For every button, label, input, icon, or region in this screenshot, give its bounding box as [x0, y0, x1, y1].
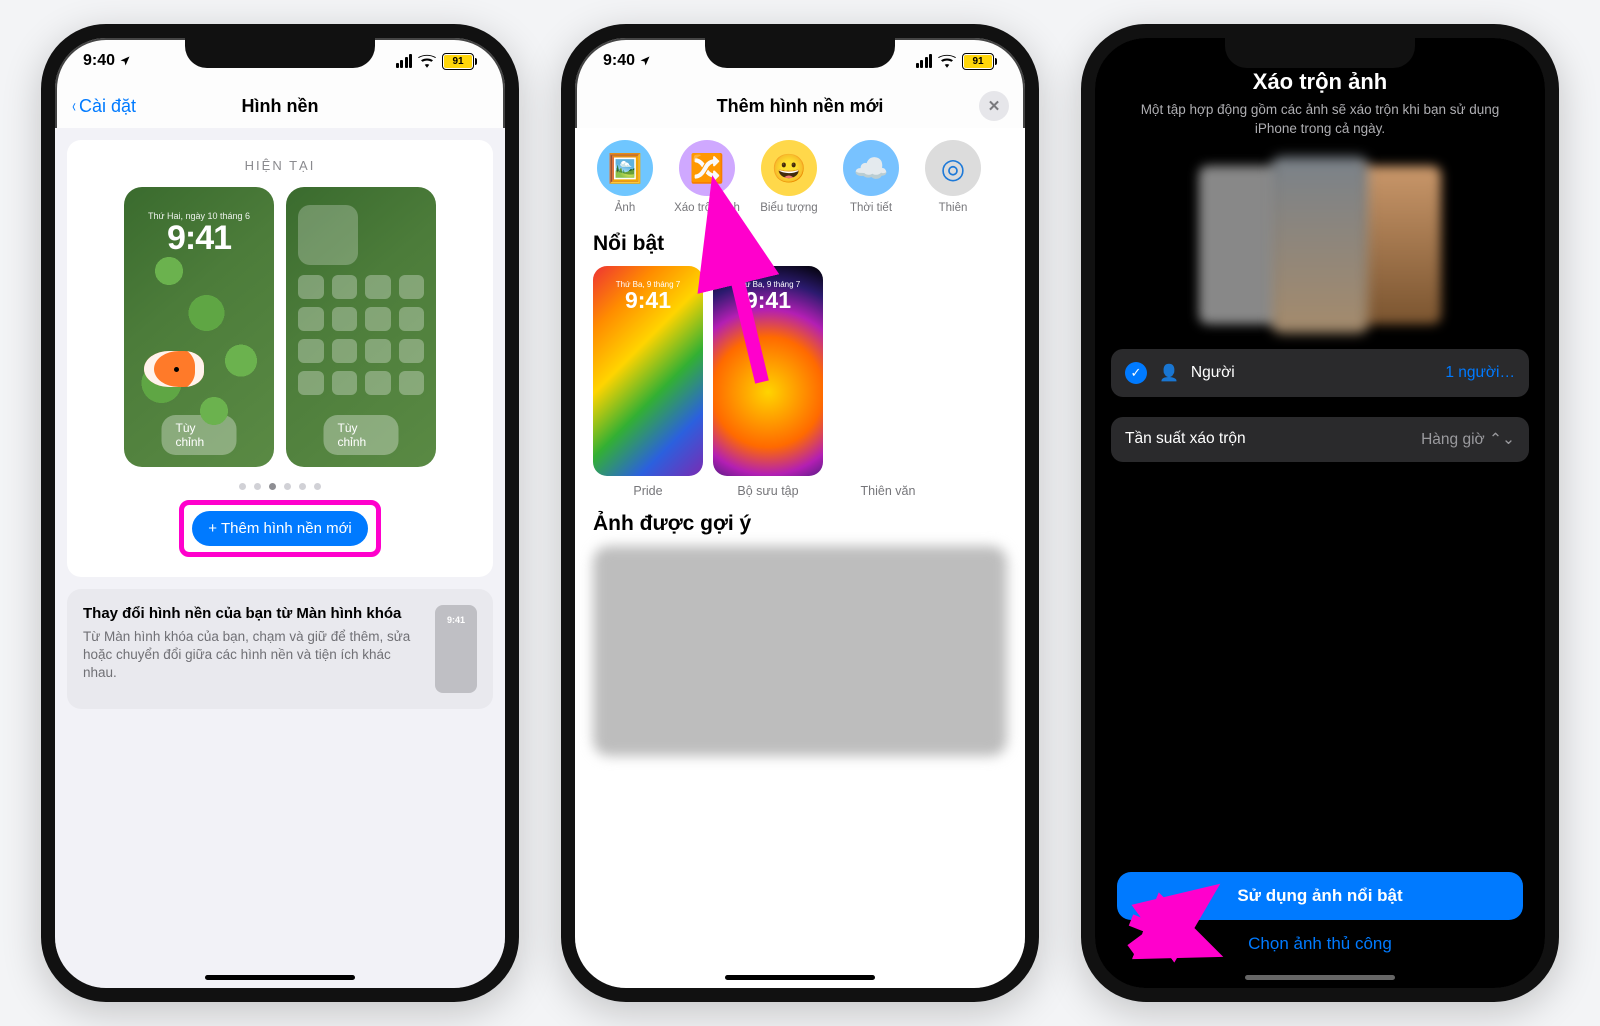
tip-title: Thay đổi hình nền của bạn từ Màn hình kh…: [83, 605, 421, 622]
suggested-photo-blur[interactable]: [593, 546, 1007, 756]
wifi-icon: [938, 54, 956, 68]
category-icon: 🔀: [679, 140, 735, 196]
home-indicator[interactable]: [205, 975, 355, 980]
frequency-value: Hàng giờ ⌃⌄: [1421, 430, 1515, 449]
customize-lock-button[interactable]: Tùy chỉnh: [162, 415, 237, 455]
close-icon: ✕: [988, 97, 1001, 115]
nav-header: ‹ Cài đặt Hình nền: [55, 84, 505, 128]
battery-icon: 91: [442, 53, 477, 70]
category-label: Thời tiết: [833, 202, 909, 214]
page-dots: [81, 483, 479, 490]
featured-Thiên văn[interactable]: Thứ Ba, 9 tháng 79:41 Thiên văn: [833, 266, 943, 498]
check-icon: ✓: [1125, 362, 1147, 384]
category-Thiên[interactable]: ◎ Thiên: [915, 140, 991, 214]
people-value: 1 người…: [1445, 364, 1515, 382]
annotation-arrow: [707, 202, 787, 397]
chevron-updown-icon: ⌃⌄: [1489, 431, 1515, 448]
featured-heading: Nổi bật: [575, 218, 1025, 266]
frequency-row[interactable]: Tần suất xáo trộn Hàng giờ ⌃⌄: [1111, 417, 1529, 462]
phone-2-add-wallpaper: 9:40 91 Thêm hình nền mới ✕ 🖼️: [561, 24, 1039, 1002]
battery-icon: 91: [962, 53, 997, 70]
featured-row[interactable]: Thứ Ba, 9 tháng 79:41 Pride Thứ Ba, 9 th…: [575, 266, 1025, 498]
featured-label: Pride: [593, 484, 703, 498]
frequency-label: Tần suất xáo trộn: [1125, 430, 1246, 448]
location-icon: [639, 55, 651, 67]
person-icon: 👤: [1159, 363, 1179, 383]
sheet-title: Thêm hình nền mới: [717, 96, 884, 117]
suggested-heading: Ảnh được gợi ý: [575, 498, 1025, 546]
sheet-header: Thêm hình nền mới ✕: [575, 84, 1025, 128]
status-time: 9:40: [603, 52, 635, 70]
lockscreen-preview[interactable]: Thứ Hai, ngày 10 tháng 69:41 Tùy chỉnh: [124, 187, 274, 467]
category-label: Ảnh: [587, 202, 663, 214]
location-icon: [119, 55, 131, 67]
people-filter-row[interactable]: ✓ 👤 Người 1 người…: [1111, 349, 1529, 397]
category-icon: ◎: [925, 140, 981, 196]
home-indicator[interactable]: [1245, 975, 1395, 980]
phone-1-settings-wallpaper: 9:40 91 ‹ Cài đặt Hình nền: [41, 24, 519, 1002]
category-icon: ☁️: [843, 140, 899, 196]
shuffle-previews: [1095, 157, 1545, 333]
back-label: Cài đặt: [79, 96, 136, 117]
close-button[interactable]: ✕: [979, 91, 1009, 121]
plus-icon: +: [208, 520, 217, 537]
phone-3-shuffle-setup: Xáo trộn ảnh Một tập hợp động gồm các ản…: [1081, 24, 1559, 1002]
category-Ảnh[interactable]: 🖼️ Ảnh: [587, 140, 663, 214]
status-time: 9:40: [83, 52, 115, 70]
shuffle-sub: Một tập hợp động gồm các ảnh sẽ xáo trộn…: [1095, 101, 1545, 139]
homescreen-preview[interactable]: Tùy chỉnh: [286, 187, 436, 467]
notch: [705, 36, 895, 68]
add-wallpaper-button[interactable]: + Thêm hình nền mới: [192, 511, 368, 546]
notch: [185, 36, 375, 68]
category-icon: 😀: [761, 140, 817, 196]
category-row[interactable]: 🖼️ Ảnh🔀 Xáo trộn ảnh😀 Biểu tượng☁️ Thời …: [575, 128, 1025, 218]
category-icon: 🖼️: [597, 140, 653, 196]
preview-2: [1272, 157, 1368, 333]
page-title: Hình nền: [242, 96, 319, 117]
back-button[interactable]: ‹ Cài đặt: [71, 96, 136, 117]
featured-Pride[interactable]: Thứ Ba, 9 tháng 79:41 Pride: [593, 266, 703, 498]
category-Thời tiết[interactable]: ☁️ Thời tiết: [833, 140, 909, 214]
shuffle-title: Xáo trộn ảnh: [1095, 69, 1545, 95]
highlight-add-wallpaper: + Thêm hình nền mới: [179, 500, 381, 557]
tip-body: Từ Màn hình khóa của bạn, chạm và giữ để…: [83, 628, 421, 683]
clownfish-art: [144, 351, 204, 387]
category-label: Thiên: [915, 202, 991, 214]
signal-icon: [916, 54, 933, 68]
current-wallpaper-card: HIỆN TẠI Thứ Hai, ngày 10 tháng 69:41 Tù…: [67, 140, 493, 577]
signal-icon: [396, 54, 413, 68]
chevron-left-icon: ‹: [72, 96, 76, 117]
annotation-arrow-2: [1111, 890, 1221, 975]
notch: [1225, 36, 1415, 68]
customize-home-button[interactable]: Tùy chỉnh: [324, 415, 399, 455]
people-label: Người: [1191, 364, 1235, 382]
featured-label: Bộ sưu tập: [713, 484, 823, 498]
tip-mini-preview: 9:41: [435, 605, 477, 693]
featured-label: Thiên văn: [833, 484, 943, 498]
wifi-icon: [418, 54, 436, 68]
tip-card: Thay đổi hình nền của bạn từ Màn hình kh…: [67, 589, 493, 709]
home-indicator[interactable]: [725, 975, 875, 980]
current-label: HIỆN TẠI: [81, 158, 479, 173]
